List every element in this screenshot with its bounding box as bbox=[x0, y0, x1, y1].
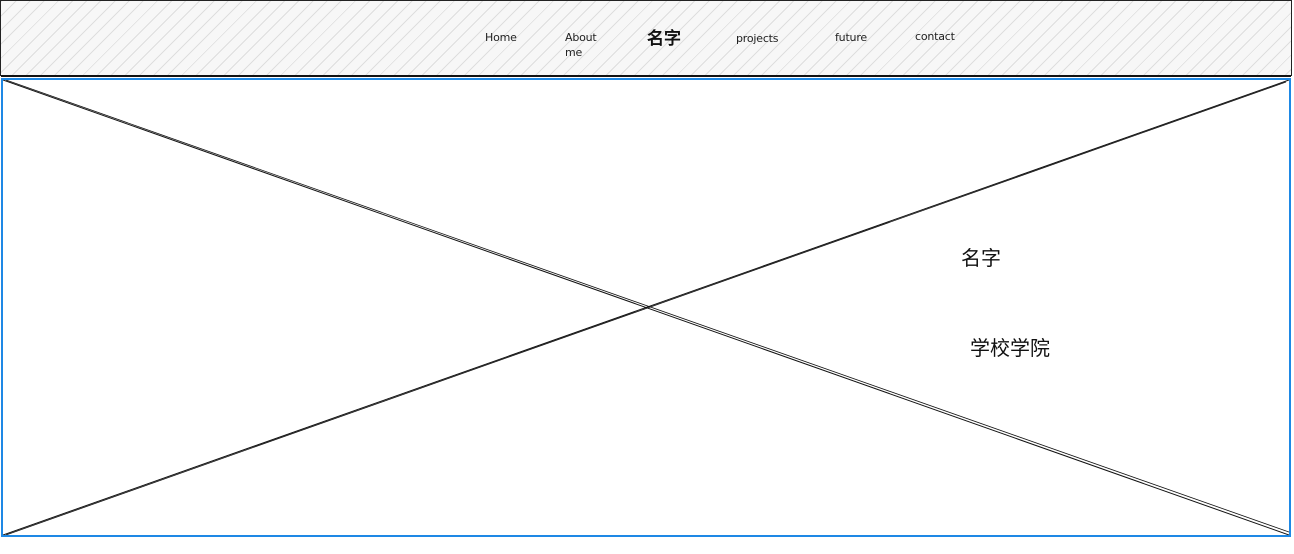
wireframe-canvas: Home About me 名字 projects future contact… bbox=[0, 0, 1294, 554]
top-navbar: Home About me 名字 projects future contact bbox=[0, 0, 1292, 77]
nav-link-contact[interactable]: contact bbox=[915, 29, 955, 44]
nav-link-projects[interactable]: projects bbox=[736, 31, 779, 46]
hero-image-placeholder[interactable]: 名字 学校学院 bbox=[1, 78, 1291, 537]
hero-name: 名字 bbox=[961, 246, 1001, 270]
nav-brand-name[interactable]: 名字 bbox=[647, 29, 681, 49]
hero-school: 学校学院 bbox=[970, 336, 1050, 360]
nav-link-home[interactable]: Home bbox=[485, 30, 517, 45]
nav-link-about-me[interactable]: About me bbox=[565, 30, 601, 60]
placeholder-cross-lines bbox=[3, 80, 1289, 535]
nav-link-future[interactable]: future bbox=[835, 30, 867, 45]
